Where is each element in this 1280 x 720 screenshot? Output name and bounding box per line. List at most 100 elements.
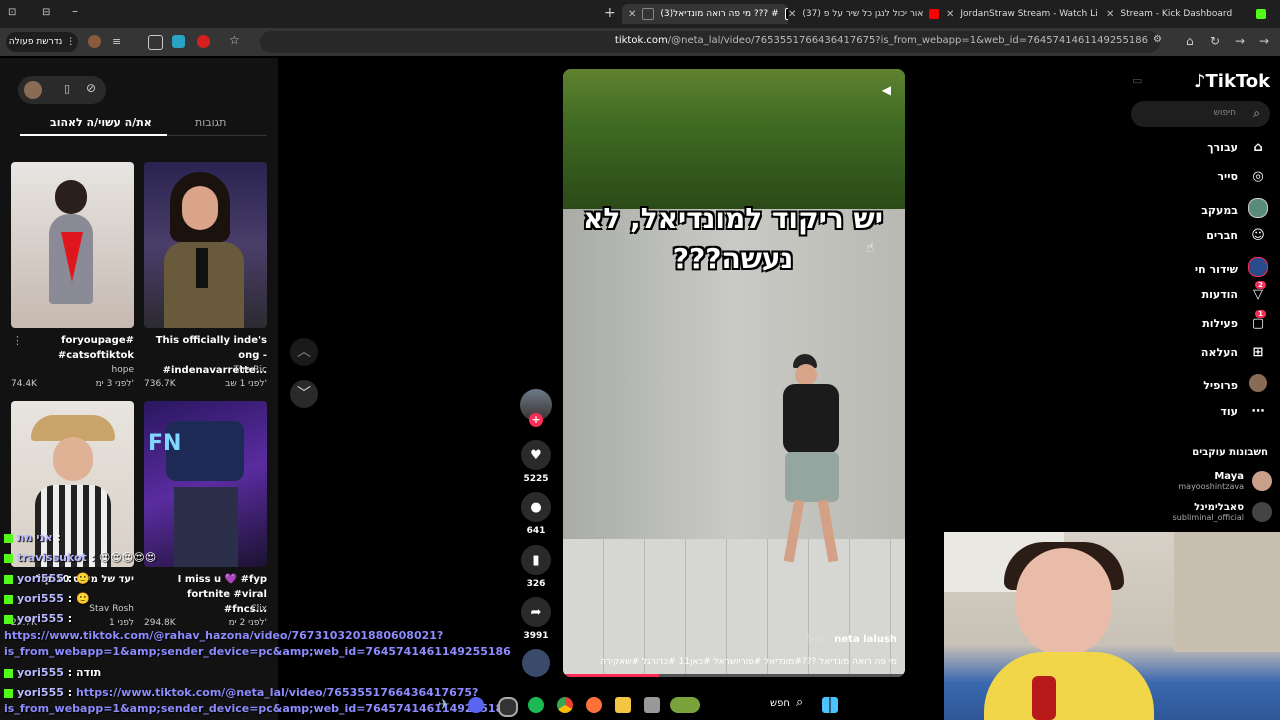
chat-message: yori555 : 🙂 — [4, 592, 90, 605]
sidebar-item-explore[interactable]: סייר ◎ — [1217, 169, 1268, 184]
new-tab-icon[interactable]: + — [604, 5, 616, 21]
url-field[interactable]: tiktok.com/@neta_lal/video/7653551766436… — [260, 31, 1162, 53]
video-player[interactable]: יש ריקוד למונדיאל, לא נעשה??? ◀ 6-20 neta… — [563, 69, 905, 677]
search-icon[interactable]: ⌕ — [1253, 106, 1260, 121]
home-icon[interactable]: ⌂ — [1186, 34, 1194, 48]
comment-icon[interactable]: ● — [521, 492, 551, 522]
music-disc[interactable] — [519, 649, 553, 677]
close-icon[interactable]: ✕ — [946, 9, 954, 20]
device-icon[interactable]: ▯ — [64, 82, 70, 95]
site-settings-icon[interactable]: ⚙ — [1153, 34, 1162, 45]
reading-list-icon[interactable]: ≡ — [112, 35, 125, 48]
bookmark-icon[interactable]: ▮ — [521, 545, 551, 575]
tab-comments[interactable]: תגובות — [195, 116, 226, 129]
home-icon: ⌂ — [1253, 140, 1263, 155]
video-author[interactable]: 6-20 neta lalush — [806, 634, 897, 645]
tab-jordanstraw[interactable]: ✕ JordanStraw Stream - Watch Li — [940, 4, 1102, 24]
webcam-wall — [1174, 532, 1280, 652]
user-avatar[interactable] — [24, 81, 42, 99]
sidebar-item-activity[interactable]: פעילות ▢ 1 — [1202, 310, 1268, 331]
profile-avatar-icon[interactable] — [88, 35, 101, 48]
previous-video-button[interactable]: ︿ — [290, 338, 318, 366]
video-progress-bar[interactable] — [563, 674, 905, 677]
sidebar-item-live[interactable]: שידור חי — [1195, 257, 1268, 281]
firefox-icon[interactable] — [586, 697, 602, 713]
comment-action[interactable]: ● 641 — [519, 492, 553, 536]
thumbnail-mic — [196, 248, 208, 288]
app-icon[interactable] — [644, 697, 660, 713]
chrome-icon[interactable] — [557, 697, 573, 713]
tab-youtube[interactable]: ✕ (37) אור יכול לנגן כל שיר על פ — [782, 4, 944, 24]
tab-you-may-like[interactable]: את/ה עשוי/ה לאהוב — [50, 116, 152, 129]
author-avatar-follow[interactable]: + — [519, 389, 553, 427]
window-menu-icon[interactable]: ⊡ — [8, 7, 16, 18]
friends-icon: ☺ — [1251, 228, 1265, 243]
file-explorer-icon[interactable] — [615, 697, 631, 713]
bookmark-star-icon[interactable]: ☆ — [229, 33, 240, 47]
obs-icon[interactable] — [498, 697, 518, 717]
steam-icon[interactable]: ✈ — [438, 697, 454, 713]
kick-icon — [4, 574, 13, 584]
reload-icon[interactable]: ↻ — [1210, 34, 1220, 48]
sidebar-item-upload[interactable]: העלאה ⊞ — [1201, 345, 1268, 360]
card-author[interactable]: The Ric — [144, 365, 267, 375]
windows-start-icon[interactable] — [822, 697, 838, 713]
kick-icon — [4, 614, 13, 624]
dancer-leg-left — [783, 499, 805, 563]
like-action[interactable]: ♥ 5225 — [519, 440, 553, 484]
volume-icon[interactable]: ◀ — [882, 83, 891, 97]
dancer-shirt — [783, 384, 839, 454]
forward-icon[interactable]: → — [1235, 34, 1245, 48]
chat-link[interactable]: https://www.tiktok.com/@rahav_hazona/vid… — [4, 629, 443, 642]
discord-icon[interactable] — [468, 697, 484, 713]
next-video-button[interactable]: ﹀ — [290, 380, 318, 408]
card-views: 294.8K — [144, 618, 176, 628]
url-domain: tiktok.com — [614, 35, 668, 46]
taskbar-search[interactable]: חפש ⌕ — [660, 694, 810, 716]
extension-1-icon[interactable] — [172, 35, 185, 48]
sidebar-item-profile[interactable]: פרופיל — [1203, 374, 1268, 396]
card-author[interactable]: hope — [11, 365, 134, 375]
panel-header-controls: ▯ ⊘ — [18, 76, 106, 104]
heart-icon[interactable]: ♥ — [521, 440, 551, 470]
sidebar-item-more[interactable]: עוד ⋯ — [1220, 404, 1268, 419]
music-disc-icon[interactable] — [522, 649, 550, 677]
tab-search-icon[interactable]: ⊟ — [42, 7, 50, 18]
save-action[interactable]: ▮ 326 — [519, 545, 553, 589]
video-card[interactable] — [11, 162, 134, 328]
card-views: 736.7K — [144, 379, 176, 389]
video-card[interactable]: FN — [144, 401, 267, 567]
sidebar-item-messages[interactable]: הודעות ▽ 2 — [1202, 281, 1268, 302]
close-icon[interactable]: ✕ — [788, 9, 796, 20]
spotify-icon[interactable] — [528, 697, 544, 713]
card-author[interactable]: Clix — [144, 604, 267, 614]
collapse-sidebar-icon[interactable]: ▭ — [1132, 74, 1142, 87]
share-icon[interactable]: ➦ — [521, 597, 551, 627]
close-icon[interactable]: ✕ — [628, 9, 636, 20]
extensions-icon[interactable] — [148, 35, 163, 50]
tiktok-logo[interactable]: ♪TikTok — [1194, 71, 1270, 92]
sidebar-item-home[interactable]: עבורך ⌂ — [1207, 140, 1268, 155]
following-account[interactable]: Maya mayooshintzava — [1178, 471, 1272, 491]
video-card[interactable] — [144, 162, 267, 328]
minimize-icon[interactable]: – — [72, 4, 78, 18]
close-icon[interactable]: ✕ — [1106, 9, 1114, 20]
share-action[interactable]: ➦ 3991 — [519, 597, 553, 641]
sidebar-item-friends[interactable]: חברים ☺ — [1206, 228, 1268, 243]
kick-icon — [4, 594, 13, 604]
extension-2-icon[interactable] — [197, 35, 210, 48]
card-title: foryoupage# #catsoftiktok — [57, 335, 134, 361]
sidebar-item-following[interactable]: במעקב — [1201, 198, 1268, 222]
back-icon[interactable]: → — [1259, 34, 1269, 48]
audio-icon[interactable] — [642, 8, 655, 20]
search-input[interactable]: חיפוש ⌕ — [1131, 101, 1270, 127]
url-path: /@neta_lal/video/7653551766436417675?is_… — [667, 35, 1148, 46]
tab-tiktok[interactable]: ✕ (3)מי פה רואה מונדיאל ??? # — [622, 4, 788, 24]
following-account[interactable]: סאבלימינל subliminal_official — [1173, 502, 1272, 522]
card-stats: 736.7K לפני 1 שב' — [144, 379, 267, 389]
compass-icon[interactable]: ⊘ — [86, 81, 96, 95]
follow-plus-icon[interactable]: + — [529, 413, 543, 427]
tab-kick-dashboard[interactable]: ✕ Stream - Kick Dashboard — [1100, 4, 1272, 24]
action-required-pill[interactable]: נדרשת פעולה ⋮ — [6, 32, 78, 52]
chat-link[interactable]: is_from_webapp=1&amp;sender_device=pc&am… — [4, 645, 511, 658]
